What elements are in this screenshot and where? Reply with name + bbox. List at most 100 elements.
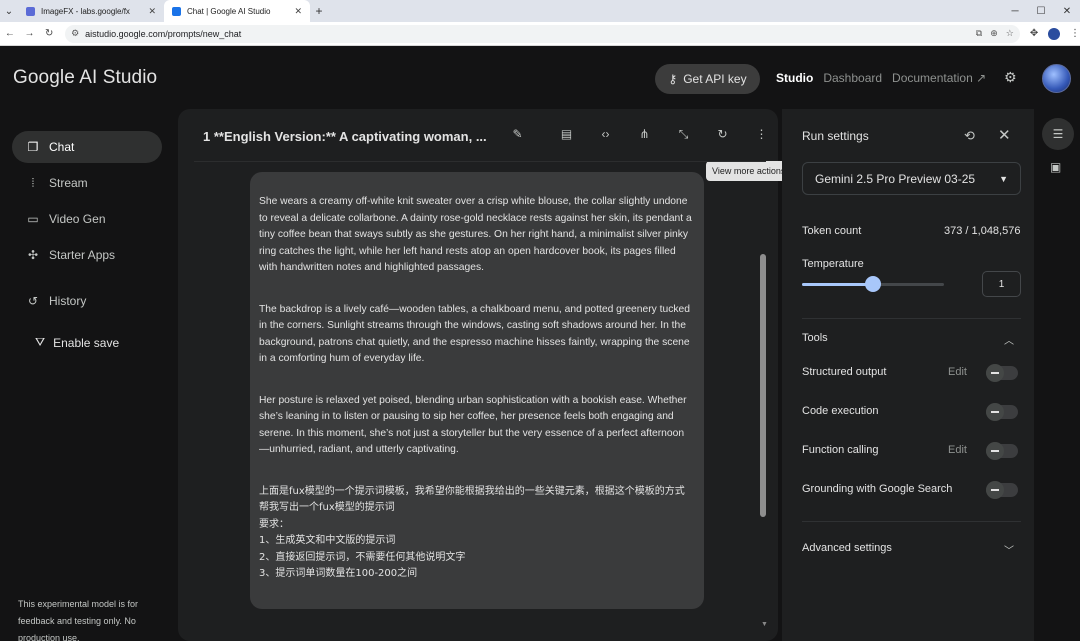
avatar[interactable]	[1042, 64, 1071, 93]
apps-icon: ✣	[27, 248, 39, 262]
tune-settings-icon[interactable]: ☰	[1042, 118, 1074, 150]
temperature-slider-fill	[802, 283, 873, 286]
sidebar-item-chat[interactable]: ❐ Chat	[12, 131, 162, 163]
nav-dashboard[interactable]: Dashboard	[823, 71, 882, 85]
app-header: Google AI Studio ⚷ Get API key Studio Da…	[0, 47, 1080, 109]
scrollbar[interactable]	[760, 254, 766, 517]
function-calling-toggle[interactable]	[986, 442, 1018, 460]
tab-title: Chat | Google AI Studio	[187, 6, 271, 16]
model-select-value: Gemini 2.5 Pro Preview 03-25	[815, 171, 976, 186]
window-controls: ─ ☐ ✕	[1002, 0, 1080, 22]
enable-save-label: Enable save	[53, 335, 120, 350]
experimental-disclaimer: This experimental model is for feedback …	[18, 599, 139, 641]
compress-icon[interactable]: ⤡	[664, 127, 703, 142]
scroll-down-icon[interactable]: ▼	[761, 621, 768, 628]
url-field[interactable]: ⚙ aistudio.google.com/prompts/new_chat ⧉…	[65, 24, 1020, 43]
toggle-knob	[986, 364, 1004, 382]
chevron-down-icon[interactable]: ﹀	[1004, 542, 1014, 557]
reload-icon[interactable]: ↻	[39, 28, 59, 39]
get-api-key-button[interactable]: ⚷ Get API key	[655, 64, 760, 94]
toggle-knob	[986, 442, 1004, 460]
temperature-slider-thumb[interactable]	[865, 276, 881, 292]
tooltip: View more actions	[706, 161, 792, 181]
browser-profile-icon[interactable]	[1048, 27, 1061, 40]
message-line: 上面是fux模型的一个提示词模板，我希望你能根据我给出的一些关键元素，根据这个模…	[259, 485, 685, 514]
tab-search-icon[interactable]: ⌄	[0, 0, 18, 22]
tool-structured-output: Structured output Edit	[802, 363, 1021, 383]
edit-link[interactable]: Edit	[948, 444, 967, 456]
chevron-down-icon: ▼	[999, 173, 1008, 184]
sidebar-item-stream[interactable]: ⦙ Stream	[12, 167, 162, 199]
run-settings-title: Run settings	[802, 129, 869, 143]
compare-icon[interactable]: ▤	[547, 127, 586, 142]
external-link-icon: ↗	[976, 71, 987, 85]
sidebar: ❐ Chat ⦙ Stream ▭ Video Gen ✣ Starter Ap…	[0, 109, 175, 641]
user-message: She wears a creamy off-white knit sweate…	[250, 172, 704, 609]
message-paragraph: The backdrop is a lively café—wooden tab…	[259, 303, 691, 365]
minimize-icon[interactable]: ─	[1002, 0, 1028, 22]
sidebar-item-label: Starter Apps	[49, 248, 116, 262]
tools-label[interactable]: Tools	[802, 332, 828, 344]
divider	[802, 318, 1021, 319]
zoom-icon[interactable]: ⊕	[990, 28, 998, 39]
top-nav: Studio Dashboard Documentation ↗	[776, 71, 986, 85]
stream-icon: ⦙	[31, 175, 35, 190]
share-icon[interactable]: ⋔	[625, 127, 664, 142]
browser-tab-aistudio[interactable]: Chat | Google AI Studio ✕	[164, 0, 310, 22]
bookmark-star-icon[interactable]: ☆	[1006, 28, 1014, 39]
tool-name: Structured output	[802, 366, 887, 378]
video-icon: ▭	[27, 212, 39, 226]
page-title[interactable]: 1 **English Version:** A captivating wom…	[203, 129, 493, 144]
code-execution-toggle[interactable]	[986, 403, 1018, 421]
sidebar-item-history[interactable]: ↺ History	[12, 285, 162, 317]
temperature-input[interactable]: 1	[982, 271, 1021, 297]
chevron-up-icon[interactable]: ︿	[1004, 332, 1014, 347]
edit-link[interactable]: Edit	[948, 366, 967, 378]
close-tab-icon[interactable]: ✕	[148, 6, 156, 17]
tab-title: ImageFX - labs.google/fx	[41, 6, 130, 16]
sidebar-item-starter-apps[interactable]: ✣ Starter Apps	[12, 239, 162, 271]
refresh-icon[interactable]: ↻	[703, 127, 742, 142]
more-actions-icon[interactable]: ⋮	[742, 127, 781, 142]
enable-save-button[interactable]: ⛛ Enable save	[35, 335, 119, 350]
reset-settings-icon[interactable]: ⟲	[964, 128, 975, 144]
close-tab-icon[interactable]: ✕	[294, 6, 302, 17]
sidebar-item-label: Stream	[49, 176, 88, 190]
nav-studio[interactable]: Studio	[776, 71, 813, 85]
site-info-icon[interactable]: ⚙	[71, 28, 79, 39]
close-icon[interactable]: ✕	[998, 126, 1011, 144]
token-count-label: Token count	[802, 225, 862, 237]
structured-output-toggle[interactable]	[986, 364, 1018, 382]
model-select[interactable]: Gemini 2.5 Pro Preview 03-25 ▼	[802, 162, 1021, 195]
maximize-icon[interactable]: ☐	[1028, 0, 1054, 22]
get-code-icon[interactable]: ‹›	[586, 127, 625, 142]
extensions-icon[interactable]: ✥	[1030, 28, 1038, 39]
message-paragraph: Her posture is relaxed yet poised, blend…	[259, 394, 687, 456]
tool-function-calling: Function calling Edit	[802, 441, 1021, 461]
url-text: aistudio.google.com/prompts/new_chat	[85, 28, 242, 39]
divider	[802, 521, 1021, 522]
grounding-toggle[interactable]	[986, 481, 1018, 499]
brand-logo[interactable]: Google AI Studio	[13, 67, 157, 89]
temperature-slider[interactable]	[802, 276, 944, 292]
message-line: 1、生成英文和中文版的提示词	[259, 535, 396, 546]
key-icon: ⚷	[668, 72, 678, 86]
get-api-key-label: Get API key	[683, 72, 747, 86]
gear-icon[interactable]: ⚙	[1004, 69, 1017, 86]
close-window-icon[interactable]: ✕	[1054, 0, 1080, 22]
sidebar-item-video-gen[interactable]: ▭ Video Gen	[12, 203, 162, 235]
advanced-settings-label[interactable]: Advanced settings	[802, 542, 892, 554]
back-icon[interactable]: ←	[0, 28, 20, 39]
sidebar-item-label: Chat	[49, 140, 75, 154]
forward-icon[interactable]: →	[20, 28, 40, 39]
media-panel-icon[interactable]: ▣	[1050, 160, 1061, 174]
new-tab-button[interactable]: +	[310, 0, 328, 22]
browser-tab-imagefx[interactable]: ImageFX - labs.google/fx ✕	[18, 0, 164, 22]
browser-menu-icon[interactable]: ⋮	[1070, 28, 1080, 39]
browser-tab-bar: ⌄ ImageFX - labs.google/fx ✕ Chat | Goog…	[0, 0, 1080, 22]
nav-documentation[interactable]: Documentation ↗	[892, 71, 986, 85]
install-app-icon[interactable]: ⧉	[976, 28, 982, 39]
edit-title-icon[interactable]: ✎	[498, 127, 537, 142]
message-line: 3、提示词单词数量在100-200之间	[259, 568, 418, 579]
address-bar: ← → ↻ ⚙ aistudio.google.com/prompts/new_…	[0, 22, 1080, 46]
